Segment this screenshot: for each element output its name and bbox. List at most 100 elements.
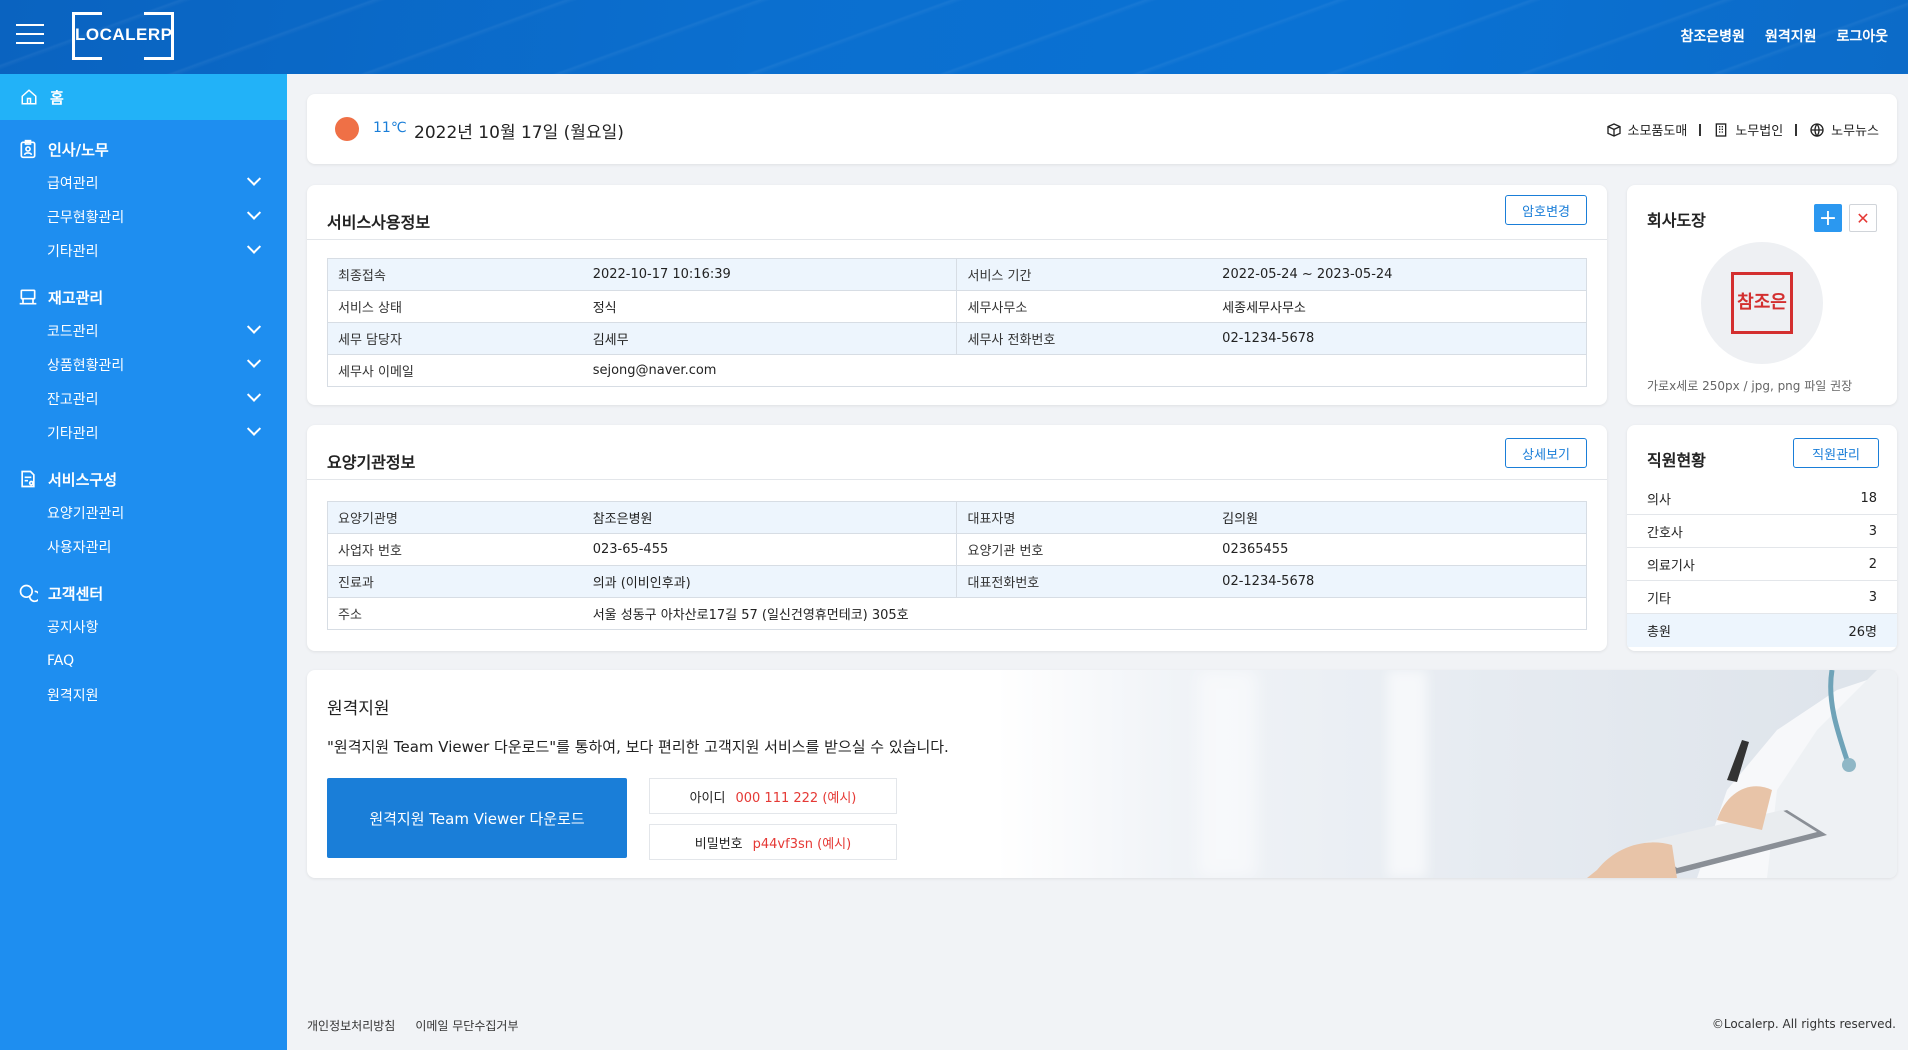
remote-id-box: 아이디 000 111 222 (예시) [649, 778, 897, 814]
link-labor-news-label: 노무뉴스 [1831, 124, 1879, 139]
sidebar-item-payroll[interactable]: 급여관리 [0, 166, 287, 200]
cell-value: sejong@naver.com [582, 354, 1587, 387]
remote-id-label: 아이디 [689, 790, 726, 806]
sidebar-item-inventory-etc[interactable]: 기타관리 [0, 416, 287, 450]
cell-value: 의과 (이비인후과) [582, 565, 957, 598]
nav-hospital-link[interactable]: 참조은병원 [1681, 26, 1745, 46]
sidebar-item-label: 사용자관리 [47, 540, 112, 556]
add-stamp-button[interactable]: + [1814, 204, 1842, 232]
delete-stamp-button[interactable]: ✕ [1849, 204, 1877, 232]
link-labor-news[interactable]: 노무뉴스 [1809, 120, 1879, 139]
divider [1699, 123, 1702, 136]
sidebar: 홈 인사/노무 급여관리 근무현황관리 기타관리 재고관리 코드관리 상품현황관… [0, 74, 287, 1050]
table-row: 진료과 의과 (이비인후과) 대표전화번호 02-1234-5678 [327, 565, 1587, 598]
cell-value: 김의원 [1212, 501, 1587, 534]
sidebar-head-label: 재고관리 [48, 288, 104, 307]
facility-info-card: 요양기관정보 상세보기 요양기관명 참조은병원 대표자명 김의원 사업자 번호 … [307, 425, 1607, 651]
cell-label: 세무사 전화번호 [956, 322, 1213, 355]
staff-row: 기타 3 [1627, 581, 1897, 614]
quick-links: 소모품도매 노무법인 노무뉴스 [1606, 120, 1879, 139]
current-date: 2022년 10월 17일 (월요일) [414, 123, 624, 143]
staff-count: 3 [1868, 589, 1877, 605]
sidebar-item-attendance[interactable]: 근무현황관리 [0, 200, 287, 234]
staff-row: 의사 18 [1627, 482, 1897, 515]
sidebar-item-label: 잔고관리 [47, 392, 99, 408]
cell-label: 세무 담당자 [327, 322, 583, 355]
sidebar-item-label: 근무현황관리 [47, 210, 125, 226]
staff-label: 간호사 [1647, 525, 1683, 541]
sidebar-head-service[interactable]: 서비스구성 [0, 462, 287, 496]
sidebar-item-label: 급여관리 [47, 176, 99, 192]
divider [307, 479, 1607, 480]
staff-count: 2 [1868, 556, 1877, 572]
service-info-title: 서비스사용정보 [327, 213, 431, 232]
remote-password-value: p44vf3sn (예시) [752, 836, 852, 852]
service-info-card: 서비스사용정보 암호변경 최종접속 2022-10-17 10:16:39 서비… [307, 185, 1607, 405]
change-password-button[interactable]: 암호변경 [1505, 195, 1587, 225]
sidebar-item-faq[interactable]: FAQ [0, 644, 287, 678]
privacy-policy-link[interactable]: 개인정보처리방침 [307, 1017, 395, 1034]
sidebar-head-hr[interactable]: 인사/노무 [0, 132, 287, 166]
sidebar-item-products[interactable]: 상품현황관리 [0, 348, 287, 382]
weather-sun-icon [335, 117, 359, 141]
cell-value: 정식 [582, 290, 957, 323]
teamviewer-download-button[interactable]: 원격지원 Team Viewer 다운로드 [327, 778, 627, 858]
manage-staff-button[interactable]: 직원관리 [1793, 438, 1879, 468]
staff-total-row: 총원 26명 [1627, 614, 1897, 647]
facility-info-title: 요양기관정보 [327, 453, 416, 472]
chevron-down-icon [246, 387, 262, 402]
sidebar-item-label: FAQ [47, 653, 75, 669]
nav-remote-support-link[interactable]: 원격지원 [1765, 26, 1817, 46]
sidebar-item-hr-etc[interactable]: 기타관리 [0, 234, 287, 268]
sidebar-group-inventory: 재고관리 코드관리 상품현황관리 잔고관리 기타관리 [0, 280, 287, 450]
cell-label: 세무사무소 [956, 290, 1213, 323]
cell-value: 서울 성동구 아차산로17길 57 (일신건영휴먼테코) 305호 [582, 597, 1587, 630]
sidebar-item-home[interactable]: 홈 [0, 74, 287, 120]
cell-label: 요양기관명 [327, 501, 583, 534]
sidebar-item-balance[interactable]: 잔고관리 [0, 382, 287, 416]
remote-support-description: "원격지원 Team Viewer 다운로드"를 통하여, 보다 편리한 고객지… [327, 738, 949, 756]
email-refusal-link[interactable]: 이메일 무단수집거부 [415, 1017, 518, 1034]
doctor-illustration [1587, 670, 1897, 878]
sidebar-item-facility[interactable]: 요양기관관리 [0, 496, 287, 530]
table-row: 세무사 이메일 sejong@naver.com [327, 354, 1587, 387]
sidebar-group-service: 서비스구성 요양기관관리 사용자관리 [0, 462, 287, 564]
box-icon [1606, 122, 1621, 137]
sidebar-group-support: 고객센터 공지사항 FAQ 원격지원 [0, 576, 287, 712]
sidebar-item-notice[interactable]: 공지사항 [0, 610, 287, 644]
nav-logout-link[interactable]: 로그아웃 [1836, 26, 1888, 46]
chat-bubbles-icon [19, 584, 38, 603]
cell-label: 사업자 번호 [327, 533, 583, 566]
link-labor-firm-label: 노무법인 [1735, 124, 1784, 139]
sidebar-item-label: 원격지원 [47, 688, 99, 704]
sidebar-head-label: 고객센터 [48, 584, 104, 603]
sidebar-item-label: 코드관리 [47, 324, 99, 340]
stamp-preview[interactable]: 참조은 [1701, 242, 1823, 364]
sidebar-item-remote[interactable]: 원격지원 [0, 678, 287, 712]
sidebar-item-codes[interactable]: 코드관리 [0, 314, 287, 348]
link-supplies[interactable]: 소모품도매 [1606, 120, 1687, 139]
cell-value: 02-1234-5678 [1212, 565, 1587, 598]
menu-icon[interactable] [16, 24, 44, 46]
table-row: 요양기관명 참조은병원 대표자명 김의원 [327, 501, 1587, 534]
cell-value: 02-1234-5678 [1212, 322, 1587, 355]
staff-row: 간호사 3 [1627, 515, 1897, 548]
remote-password-label: 비밀번호 [694, 836, 743, 852]
sidebar-item-label: 기타관리 [47, 244, 99, 260]
cell-value: 2022-05-24 ~ 2023-05-24 [1212, 258, 1587, 291]
facility-info-table: 요양기관명 참조은병원 대표자명 김의원 사업자 번호 023-65-455 요… [327, 501, 1587, 630]
sidebar-head-support[interactable]: 고객센터 [0, 576, 287, 610]
cell-label: 요양기관 번호 [956, 533, 1213, 566]
table-row: 사업자 번호 023-65-455 요양기관 번호 02365455 [327, 533, 1587, 566]
sidebar-head-inventory[interactable]: 재고관리 [0, 280, 287, 314]
top-nav: 참조은병원 원격지원 로그아웃 [1681, 26, 1888, 46]
staff-label: 의사 [1647, 492, 1671, 508]
sidebar-item-users[interactable]: 사용자관리 [0, 530, 287, 564]
remote-id-value: 000 111 222 (예시) [735, 790, 857, 806]
cell-label: 대표전화번호 [956, 565, 1213, 598]
logo[interactable]: LOCALERP [72, 12, 174, 60]
sidebar-head-label: 서비스구성 [48, 470, 118, 489]
link-labor-firm[interactable]: 노무법인 [1713, 120, 1783, 139]
staff-count: 18 [1860, 490, 1877, 506]
view-details-button[interactable]: 상세보기 [1505, 438, 1587, 468]
